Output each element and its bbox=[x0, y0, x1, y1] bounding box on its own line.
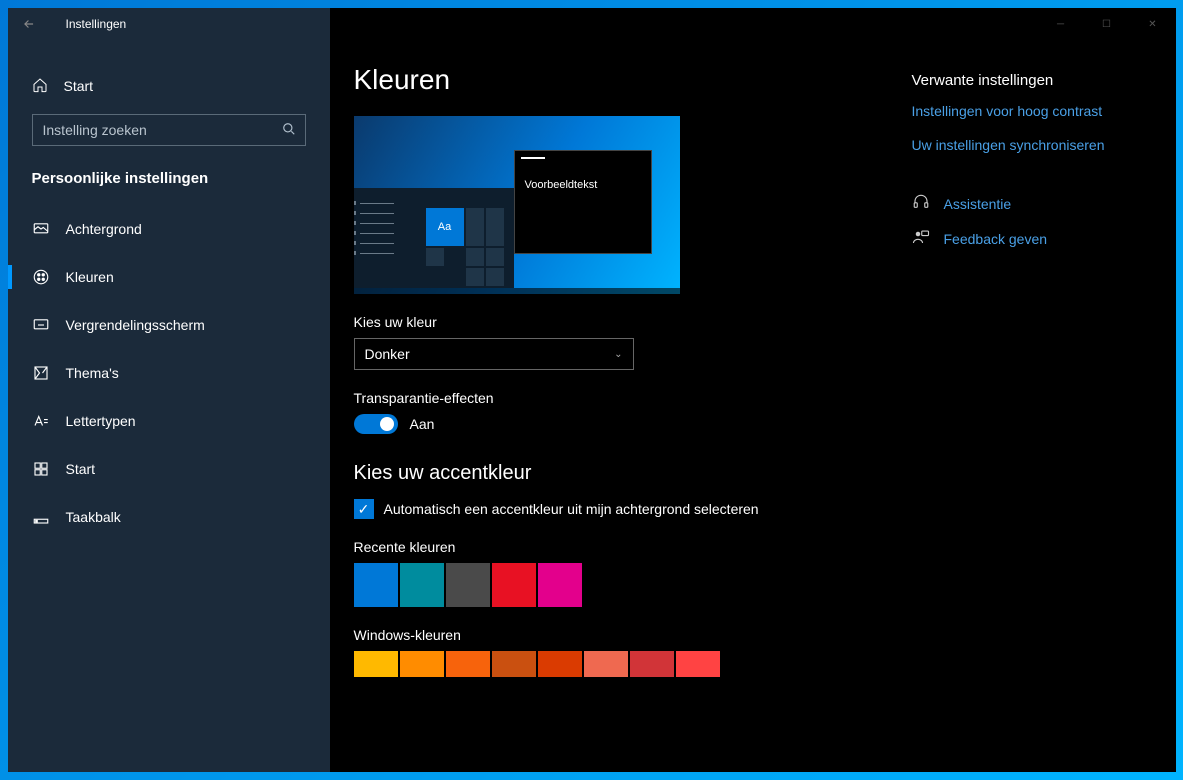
preview-window: Voorbeeldtekst bbox=[514, 150, 652, 254]
windows-color-swatch[interactable] bbox=[538, 651, 582, 677]
related-heading: Verwante instellingen bbox=[912, 72, 1152, 89]
accent-heading: Kies uw accentkleur bbox=[354, 462, 872, 485]
minimize-button[interactable]: ─ bbox=[1038, 8, 1084, 40]
sidebar-item-label: Kleuren bbox=[66, 269, 114, 285]
window-title: Instellingen bbox=[50, 17, 127, 31]
sidebar-item-fonts[interactable]: Lettertypen bbox=[8, 397, 330, 445]
back-button[interactable] bbox=[8, 8, 50, 40]
headset-icon bbox=[912, 193, 930, 214]
category-heading: Persoonlijke instellingen bbox=[8, 162, 330, 205]
recent-color-swatch[interactable] bbox=[446, 563, 490, 607]
maximize-button[interactable]: ☐ bbox=[1084, 8, 1130, 40]
themes-icon bbox=[32, 364, 50, 382]
sidebar-item-themes[interactable]: Thema's bbox=[8, 349, 330, 397]
auto-accent-checkbox[interactable]: ✓ bbox=[354, 499, 374, 519]
choose-color-label: Kies uw kleur bbox=[354, 314, 872, 330]
preview-tiles: Aa bbox=[426, 208, 504, 286]
preview-taskbar bbox=[354, 288, 680, 294]
sidebar-item-start[interactable]: Start bbox=[8, 445, 330, 493]
search-wrap bbox=[8, 106, 330, 162]
windows-color-swatch[interactable] bbox=[446, 651, 490, 677]
background-icon bbox=[32, 220, 50, 238]
start-icon bbox=[32, 460, 50, 478]
page-title: Kleuren bbox=[354, 64, 872, 96]
windows-color-swatch[interactable] bbox=[676, 651, 720, 677]
help-link-label: Feedback geven bbox=[944, 231, 1048, 247]
sidebar-item-label: Thema's bbox=[66, 365, 119, 381]
link-high-contrast[interactable]: Instellingen voor hoog contrast bbox=[912, 103, 1152, 119]
search-input[interactable] bbox=[32, 114, 306, 146]
colors-icon bbox=[32, 268, 50, 286]
fonts-icon bbox=[32, 412, 50, 430]
sidebar-item-label: Start bbox=[66, 461, 96, 477]
recent-colors-row bbox=[354, 563, 872, 607]
windows-color-swatch[interactable] bbox=[354, 651, 398, 677]
recent-color-swatch[interactable] bbox=[492, 563, 536, 607]
aside: Verwante instellingen Instellingen voor … bbox=[912, 64, 1152, 772]
settings-window: Instellingen ─ ☐ ✕ Start Persoonlijke in… bbox=[8, 8, 1176, 772]
titlebar: Instellingen ─ ☐ ✕ bbox=[8, 8, 1176, 40]
home-link[interactable]: Start bbox=[8, 66, 330, 106]
choose-color-value: Donker bbox=[365, 346, 410, 362]
taskbar-icon bbox=[32, 508, 50, 526]
sidebar-item-background[interactable]: Achtergrond bbox=[8, 205, 330, 253]
choose-color-select[interactable]: Donker ⌄ bbox=[354, 338, 634, 370]
recent-color-swatch[interactable] bbox=[354, 563, 398, 607]
window-controls: ─ ☐ ✕ bbox=[1038, 8, 1176, 40]
link-sync-settings[interactable]: Uw instellingen synchroniseren bbox=[912, 137, 1152, 153]
close-button[interactable]: ✕ bbox=[1130, 8, 1176, 40]
windows-color-swatch[interactable] bbox=[630, 651, 674, 677]
auto-accent-label: Automatisch een accentkleur uit mijn ach… bbox=[384, 501, 759, 517]
help-group: Assistentie Feedback geven bbox=[912, 193, 1152, 249]
help-link-label: Assistentie bbox=[944, 196, 1012, 212]
lock-screen-icon bbox=[32, 316, 50, 334]
sidebar-item-label: Achtergrond bbox=[66, 221, 142, 237]
recent-color-swatch[interactable] bbox=[538, 563, 582, 607]
chevron-down-icon: ⌄ bbox=[614, 349, 622, 360]
windows-colors-row bbox=[354, 651, 872, 677]
sidebar-item-taskbar[interactable]: Taakbalk bbox=[8, 493, 330, 541]
preview-tile-main: Aa bbox=[426, 208, 464, 246]
home-icon bbox=[32, 77, 48, 96]
nav-list: Achtergrond Kleuren Vergrendelingsscherm Th… bbox=[8, 205, 330, 541]
windows-color-swatch[interactable] bbox=[400, 651, 444, 677]
windows-color-swatch[interactable] bbox=[492, 651, 536, 677]
recent-colors-label: Recente kleuren bbox=[354, 539, 872, 555]
theme-preview: Aa Voorbeeldtekst bbox=[354, 116, 680, 294]
home-label: Start bbox=[64, 78, 94, 94]
windows-color-swatch[interactable] bbox=[584, 651, 628, 677]
transparency-value: Aan bbox=[410, 416, 435, 432]
preview-sample-text: Voorbeeldtekst bbox=[525, 179, 598, 191]
windows-colors-label: Windows-kleuren bbox=[354, 627, 872, 643]
sidebar-item-lock-screen[interactable]: Vergrendelingsscherm bbox=[8, 301, 330, 349]
transparency-label: Transparantie-effecten bbox=[354, 390, 872, 406]
person-chat-icon bbox=[912, 228, 930, 249]
sidebar-item-label: Vergrendelingsscherm bbox=[66, 317, 205, 333]
content: Kleuren Aa Voorbeeldtekst Kies uw kleur … bbox=[354, 64, 872, 772]
sidebar-item-colors[interactable]: Kleuren bbox=[8, 253, 330, 301]
recent-color-swatch[interactable] bbox=[400, 563, 444, 607]
sidebar-item-label: Taakbalk bbox=[66, 509, 121, 525]
sidebar-item-label: Lettertypen bbox=[66, 413, 136, 429]
help-link[interactable]: Feedback geven bbox=[912, 228, 1152, 249]
transparency-toggle[interactable] bbox=[354, 414, 398, 434]
sidebar: Start Persoonlijke instellingen Achtergr… bbox=[8, 8, 330, 772]
help-link[interactable]: Assistentie bbox=[912, 193, 1152, 214]
main: Kleuren Aa Voorbeeldtekst Kies uw kleur … bbox=[330, 8, 1176, 772]
